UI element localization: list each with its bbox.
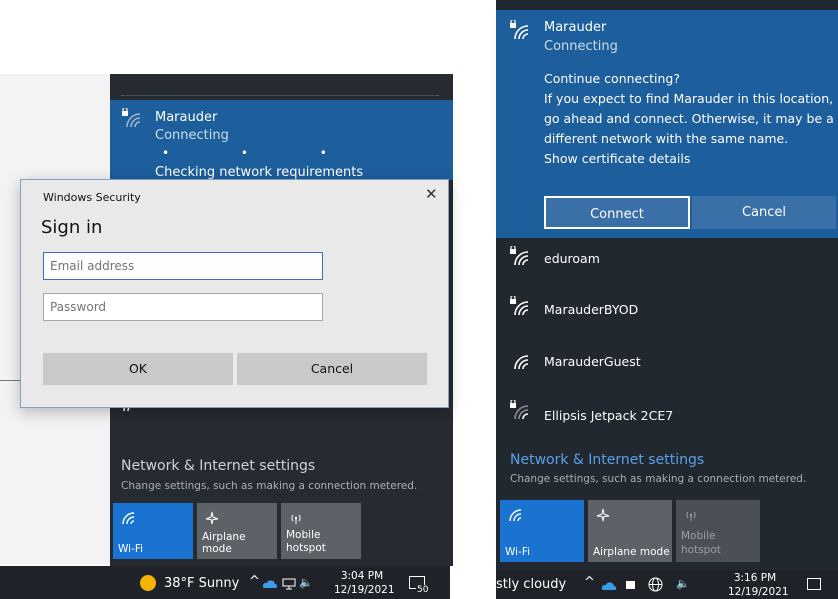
- network-settings-link[interactable]: Network & Internet settings: [510, 452, 704, 468]
- volume-icon[interactable]: 🔈: [299, 576, 313, 589]
- volume-icon[interactable]: 🔈: [676, 577, 690, 590]
- network-item-marauderbyod[interactable]: MarauderBYOD: [544, 302, 638, 317]
- mobile-hotspot-tile[interactable]: Mobile hotspot: [676, 500, 760, 562]
- clock-date[interactable]: 12/19/2021: [728, 586, 789, 598]
- email-field[interactable]: [43, 252, 323, 280]
- airplane-mode-tile[interactable]: Airplane mode: [197, 503, 277, 559]
- onedrive-icon[interactable]: [601, 580, 617, 592]
- network-name: Marauder: [544, 20, 607, 35]
- wifi-secured-icon: [510, 296, 529, 316]
- wifi-secured-icon: [510, 246, 529, 266]
- network-status: Connecting: [544, 39, 618, 54]
- weather-widget[interactable]: 38°F Sunny: [164, 576, 239, 591]
- divider: [121, 95, 439, 96]
- wifi-icon: [514, 355, 529, 370]
- tile-label-line2: hotspot: [681, 544, 721, 556]
- battery-icon[interactable]: [626, 581, 635, 589]
- notification-icon[interactable]: [807, 578, 821, 590]
- clock-date[interactable]: 12/19/2021: [334, 584, 395, 596]
- wifi-tile[interactable]: Wi-Fi: [500, 500, 584, 562]
- notification-count: 50: [416, 585, 430, 595]
- network-settings-link[interactable]: Network & Internet settings: [121, 458, 315, 474]
- sun-icon: [140, 575, 156, 591]
- wifi-tile[interactable]: Wi-Fi: [113, 503, 193, 559]
- desktop-fragment: [0, 380, 22, 395]
- message-line: If you expect to find Marauder in this l…: [544, 91, 834, 106]
- wifi-secured-icon: [510, 20, 529, 40]
- connect-button[interactable]: Connect: [544, 196, 690, 229]
- globe-icon[interactable]: [648, 577, 663, 592]
- clock-time[interactable]: 3:16 PM: [730, 572, 780, 584]
- network-item-eduroam[interactable]: eduroam: [544, 251, 600, 266]
- airplane-mode-tile[interactable]: Airplane mode: [588, 500, 672, 562]
- password-field[interactable]: [43, 293, 323, 321]
- airplane-icon: [205, 511, 219, 525]
- network-settings-subtitle: Change settings, such as making a connec…: [510, 473, 807, 485]
- hotspot-icon: [686, 511, 696, 521]
- dialog-title: Windows Security: [43, 191, 141, 204]
- airplane-icon: [596, 508, 610, 522]
- network-item-ellipsis-jetpack[interactable]: Ellipsis Jetpack 2CE7: [544, 408, 673, 423]
- tile-label-line1: Mobile: [286, 529, 321, 541]
- network-item-marauderguest[interactable]: MarauderGuest: [544, 354, 641, 369]
- tile-label: Wi-Fi: [505, 546, 531, 558]
- clock-time[interactable]: 3:04 PM: [338, 570, 386, 582]
- network-name: Marauder: [155, 110, 218, 125]
- network-settings-subtitle: Change settings, such as making a connec…: [121, 480, 418, 492]
- onedrive-icon[interactable]: [262, 578, 278, 590]
- wifi-secured-icon: [510, 400, 529, 420]
- show-certificate-link[interactable]: Show certificate details: [544, 149, 690, 169]
- wifi-icon: [509, 509, 522, 522]
- progress-dots: • • •: [162, 146, 361, 160]
- ok-button[interactable]: OK: [43, 353, 233, 385]
- mobile-hotspot-tile[interactable]: Mobile hotspot: [281, 503, 361, 559]
- windows-security-dialog: Windows Security ✕ Sign in OK Cancel: [20, 179, 449, 408]
- tile-label: Airplane mode: [202, 531, 246, 555]
- tile-label-line2: hotspot: [286, 542, 326, 554]
- tile-label: Wi-Fi: [118, 543, 144, 555]
- cancel-button[interactable]: Cancel: [692, 196, 836, 229]
- dialog-heading: Sign in: [41, 217, 103, 238]
- tile-label: Airplane mode: [593, 546, 670, 558]
- network-tray-icon[interactable]: [282, 578, 296, 590]
- chevron-up-icon[interactable]: ^: [584, 575, 595, 590]
- network-progress-text: Checking network requirements: [155, 165, 364, 180]
- wifi-secured-icon: [122, 108, 141, 128]
- tile-label-line1: Mobile: [681, 530, 716, 542]
- continue-question: Continue connecting?: [544, 71, 680, 86]
- network-status: Connecting: [155, 128, 229, 143]
- hotspot-icon: [291, 514, 301, 524]
- wifi-icon: [122, 512, 135, 525]
- message-line: go ahead and connect. Otherwise, it may …: [544, 111, 834, 126]
- message-line: different network with the same name.: [544, 131, 789, 146]
- chevron-up-icon[interactable]: ^: [249, 574, 260, 589]
- weather-widget[interactable]: stly cloudy: [496, 577, 566, 592]
- cancel-button[interactable]: Cancel: [237, 353, 427, 385]
- close-icon[interactable]: ✕: [425, 185, 438, 203]
